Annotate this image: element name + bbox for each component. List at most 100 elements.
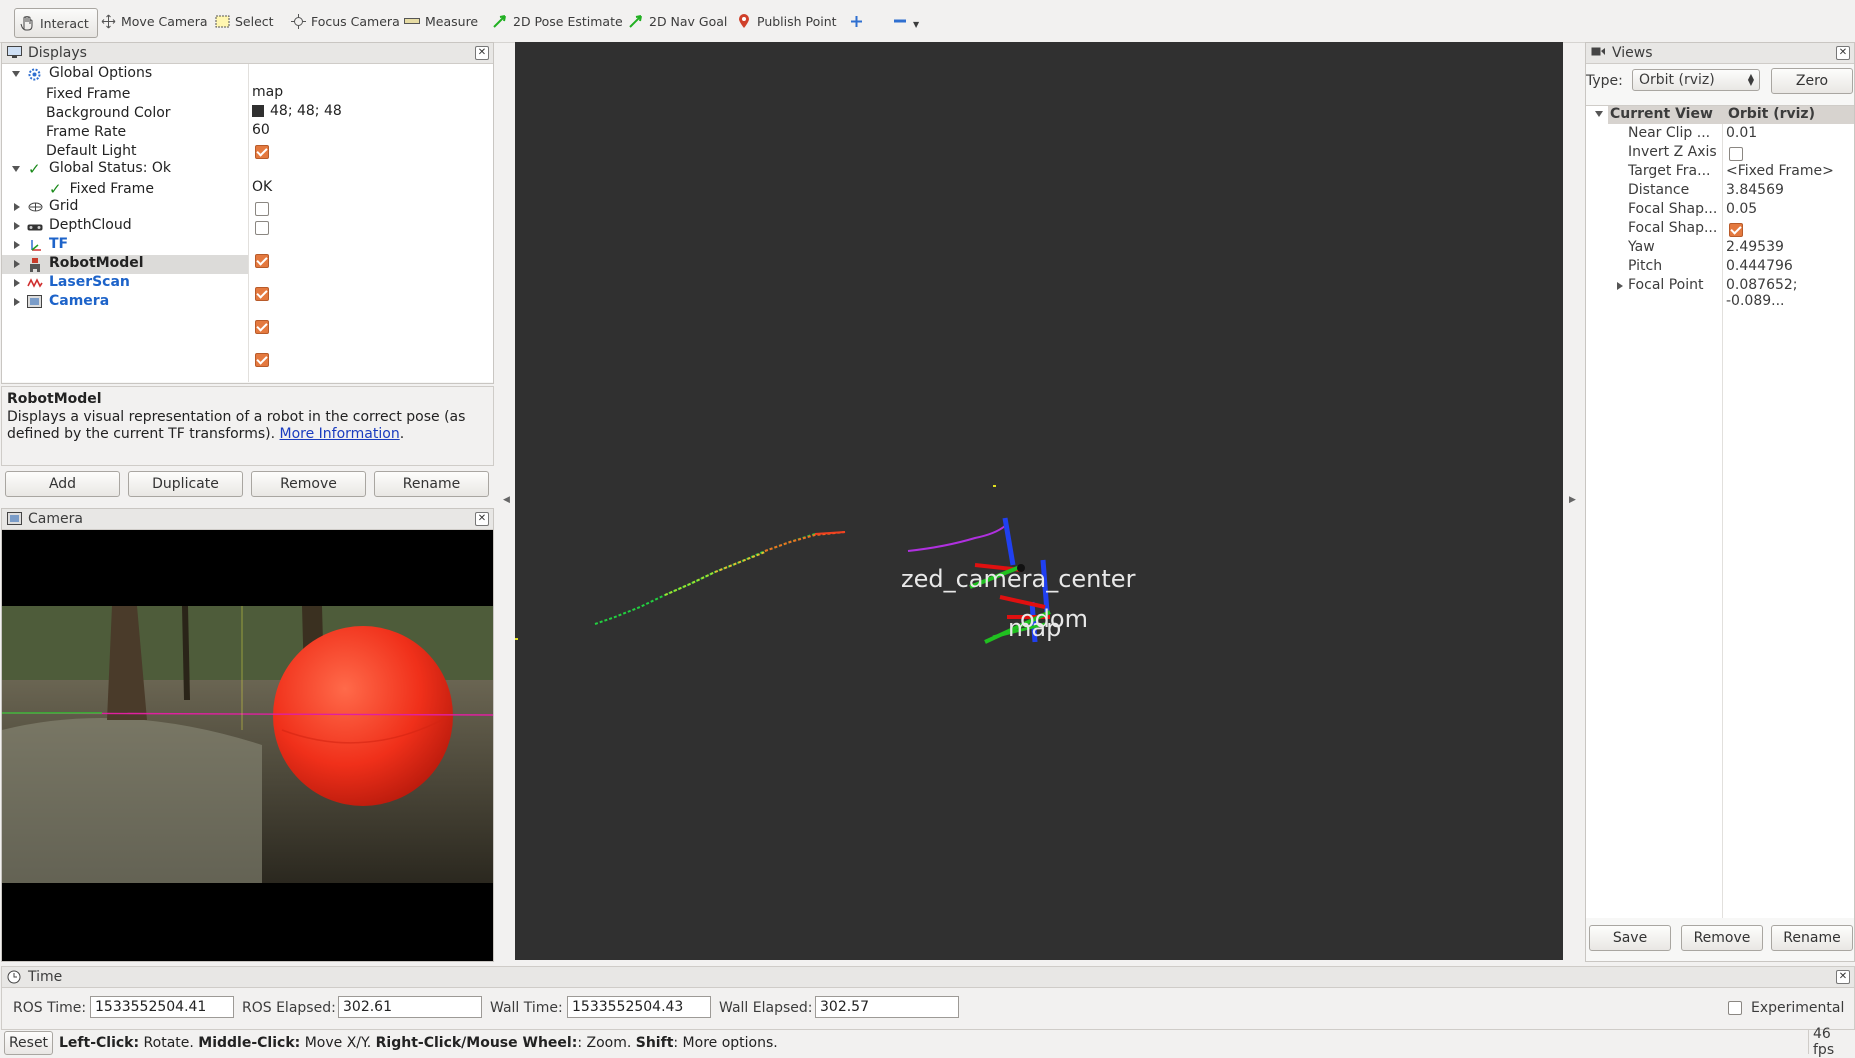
close-icon[interactable]: ✕: [1836, 970, 1850, 984]
expand-arrow-icon[interactable]: [12, 71, 20, 77]
remove-display-button[interactable]: Remove: [251, 471, 366, 497]
laserscan-checkbox[interactable]: [255, 320, 269, 334]
rename-view-button[interactable]: Rename: [1771, 925, 1853, 951]
hint-middle-click: Middle-Click:: [198, 1035, 301, 1051]
expand-arrow-icon[interactable]: [14, 279, 20, 287]
expand-arrow-icon[interactable]: [1595, 111, 1603, 117]
focal-point-label: Focal Point: [1628, 277, 1704, 293]
expand-arrow-icon[interactable]: [14, 222, 20, 230]
status-hint: Left-Click: Rotate. Middle-Click: Move X…: [59, 1035, 778, 1051]
expand-arrow-icon[interactable]: [14, 298, 20, 306]
add-display-button[interactable]: Add: [5, 471, 120, 497]
duplicate-display-button[interactable]: Duplicate: [128, 471, 243, 497]
camera-display-icon: [7, 512, 22, 525]
ros-elapsed-field[interactable]: 302.61: [338, 996, 482, 1018]
background-color-value[interactable]: 48; 48; 48: [252, 103, 342, 119]
expand-arrow-icon[interactable]: [12, 166, 20, 172]
camera-checkbox[interactable]: [255, 353, 269, 367]
camera-panel-title: Camera: [28, 511, 83, 527]
interact-tool-button[interactable]: Interact: [14, 8, 98, 38]
camera-label: Camera: [49, 293, 110, 309]
move-camera-tool-button[interactable]: Move Camera: [100, 8, 208, 34]
focal-shape-fixed-checkbox[interactable]: [1729, 223, 1743, 237]
displays-tree: Global Options Fixed Frame map Backgroun…: [2, 64, 493, 382]
close-icon[interactable]: ✕: [1836, 46, 1850, 60]
view-type-select[interactable]: Orbit (rviz) ▲ ▼: [1632, 69, 1760, 91]
invert-z-axis-checkbox[interactable]: [1729, 147, 1743, 161]
global-status-label: Global Status: Ok: [49, 160, 172, 176]
grid-checkbox[interactable]: [255, 202, 269, 216]
main-toolbar: Interact Move Camera Select Focus Camera…: [0, 0, 1855, 43]
remove-view-button[interactable]: Remove: [1681, 925, 1763, 951]
rename-display-button[interactable]: Rename: [374, 471, 489, 497]
reset-button[interactable]: Reset: [4, 1031, 53, 1055]
focal-shape-size-value[interactable]: 0.05: [1726, 201, 1757, 217]
near-clip-value[interactable]: 0.01: [1726, 125, 1757, 141]
right-splitter-handle[interactable]: ▶: [1569, 495, 1576, 505]
focus-camera-tool-button[interactable]: Focus Camera: [290, 8, 400, 34]
laserscan-label: LaserScan: [49, 274, 130, 290]
frame-rate-value[interactable]: 60: [252, 122, 270, 138]
fixed-frame-row[interactable]: Fixed Frame: [46, 84, 130, 103]
add-tool-button[interactable]: [848, 8, 864, 34]
expand-arrow-icon[interactable]: [1617, 282, 1623, 290]
remove-tool-menu[interactable]: ▼: [892, 8, 919, 34]
focal-shape-fixed-label: Focal Shap...: [1628, 220, 1718, 236]
expand-arrow-icon[interactable]: [14, 203, 20, 211]
target-frame-value[interactable]: <Fixed Frame>: [1726, 163, 1834, 179]
2d-pose-estimate-tool-button[interactable]: 2D Pose Estimate: [492, 8, 623, 34]
status-fixed-frame-row[interactable]: ✓ Fixed Frame: [49, 179, 154, 198]
grid-label: Grid: [49, 198, 79, 214]
2d-pose-estimate-label: 2D Pose Estimate: [513, 13, 623, 29]
color-swatch: [252, 105, 264, 117]
expand-arrow-icon[interactable]: [14, 260, 20, 268]
ros-elapsed-label: ROS Elapsed:: [242, 1000, 336, 1016]
pitch-label: Pitch: [1628, 258, 1663, 274]
displays-panel: Displays ✕ Global Options Fixed Frame ma…: [1, 42, 494, 384]
map-pin-icon: [736, 13, 752, 29]
depth-camera-icon: [27, 221, 43, 237]
default-light-label: Default Light: [46, 142, 137, 159]
fixed-frame-label: Fixed Frame: [46, 85, 131, 102]
3d-viewport[interactable]: zed_camera_center odom map: [515, 42, 1563, 960]
background-color-row[interactable]: Background Color: [46, 103, 171, 122]
depthcloud-checkbox[interactable]: [255, 221, 269, 235]
grid-icon: [28, 201, 43, 217]
experimental-checkbox[interactable]: [1728, 1001, 1742, 1015]
view-type-value: Orbit (rviz): [1639, 72, 1715, 88]
move-camera-icon: [100, 13, 116, 29]
pitch-value[interactable]: 0.444796: [1726, 258, 1793, 274]
publish-point-label: Publish Point: [757, 13, 837, 29]
background-color-label: Background Color: [46, 104, 171, 121]
fps-counter: 46 fps: [1808, 1026, 1855, 1058]
2d-nav-goal-label: 2D Nav Goal: [649, 13, 728, 29]
camera-image: [1, 606, 494, 883]
2d-nav-goal-tool-button[interactable]: 2D Nav Goal: [628, 8, 727, 34]
tf-checkbox[interactable]: [255, 254, 269, 268]
measure-tool-button[interactable]: Measure: [404, 8, 478, 34]
close-icon[interactable]: ✕: [475, 46, 489, 60]
video-camera-icon: [1591, 46, 1606, 59]
current-view-header[interactable]: Current View Orbit (rviz): [1595, 106, 1854, 124]
zero-button[interactable]: Zero: [1771, 68, 1853, 94]
wall-elapsed-field[interactable]: 302.57: [815, 996, 959, 1018]
green-arrow-icon: [492, 13, 508, 29]
default-light-checkbox[interactable]: [255, 145, 269, 159]
select-tool-button[interactable]: Select: [214, 8, 274, 34]
save-view-button[interactable]: Save: [1589, 925, 1671, 951]
ros-time-field[interactable]: 1533552504.41: [90, 996, 234, 1018]
robotmodel-checkbox[interactable]: [255, 287, 269, 301]
left-splitter-handle[interactable]: ◀: [503, 495, 510, 505]
close-icon[interactable]: ✕: [475, 512, 489, 526]
move-camera-label: Move Camera: [121, 13, 208, 29]
frame-rate-row[interactable]: Frame Rate: [46, 122, 126, 141]
publish-point-tool-button[interactable]: Publish Point: [736, 8, 837, 34]
expand-arrow-icon[interactable]: [14, 241, 20, 249]
focal-point-value[interactable]: 0.087652; -0.089...: [1726, 277, 1854, 309]
distance-value[interactable]: 3.84569: [1726, 182, 1784, 198]
fixed-frame-value[interactable]: map: [252, 84, 283, 100]
default-light-row[interactable]: Default Light: [46, 141, 137, 160]
yaw-value[interactable]: 2.49539: [1726, 239, 1784, 255]
more-information-link[interactable]: More Information: [280, 426, 400, 442]
wall-time-field[interactable]: 1533552504.43: [567, 996, 711, 1018]
